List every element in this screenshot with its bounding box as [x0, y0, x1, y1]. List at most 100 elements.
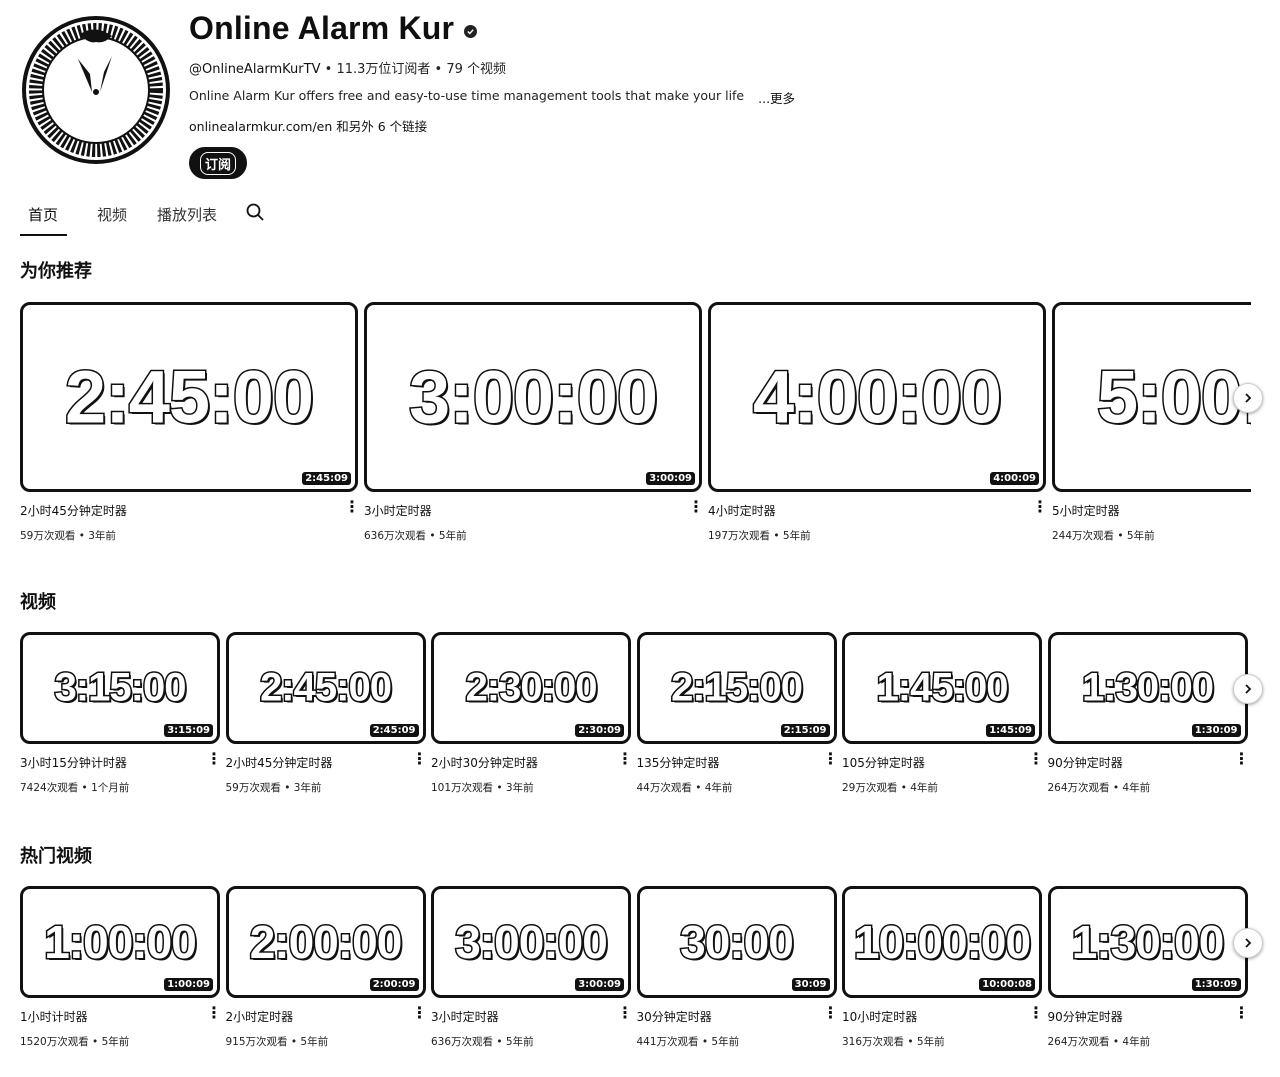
video-thumbnail[interactable]: 2:45:00 2:45:09 [20, 302, 358, 492]
more-actions-icon[interactable]: ⋮ [412, 751, 428, 767]
video-thumbnail[interactable]: 1:30:00 1:30:09 [1047, 632, 1248, 744]
thumbnail-time-text: 4:00:00 [751, 354, 1003, 440]
video-card[interactable]: 1:30:00 1:30:09 90分钟定时器 ⋮ 264万次观看 • 4年前 [1047, 886, 1250, 1056]
video-title[interactable]: 2小时定时器 [226, 1008, 294, 1025]
video-title[interactable]: 4小时定时器 [708, 502, 776, 519]
video-title[interactable]: 3小时定时器 [431, 1008, 499, 1025]
video-thumbnail[interactable]: 2:15:00 2:15:09 [636, 632, 837, 744]
video-thumbnail[interactable]: 5:00:005:00:09 [1052, 302, 1251, 492]
more-actions-icon[interactable]: ⋮ [206, 751, 222, 767]
video-card[interactable]: 1:00:00 1:00:09 1小时计时器 ⋮ 1520万次观看 • 5年前 [20, 886, 222, 1056]
shelf-next-button[interactable] [1233, 928, 1263, 958]
video-title[interactable]: 2小时30分钟定时器 [431, 754, 538, 771]
video-title[interactable]: 2小时45分钟定时器 [20, 502, 127, 519]
video-card[interactable]: 2:15:00 2:15:09 135分钟定时器 ⋮ 44万次观看 • 4年前 [636, 632, 839, 802]
video-title[interactable]: 2小时45分钟定时器 [226, 754, 333, 771]
shelf-next-button[interactable] [1233, 674, 1263, 704]
tab-playlists[interactable]: 播放列表 [157, 200, 217, 236]
duration-badge: 3:00:09 [575, 978, 624, 991]
more-actions-icon[interactable]: ⋮ [617, 751, 633, 767]
search-icon[interactable] [245, 202, 269, 226]
more-actions-icon[interactable]: ⋮ [412, 1005, 428, 1021]
channel-description[interactable]: Online Alarm Kur offers free and easy-to… [189, 88, 795, 107]
video-stats: 197万次观看 • 5年前 [708, 530, 811, 542]
video-title[interactable]: 105分钟定时器 [842, 754, 925, 771]
video-card[interactable]: 1:30:00 1:30:09 90分钟定时器 ⋮ 264万次观看 • 4年前 [1047, 632, 1250, 802]
video-title[interactable]: 5小时定时器 [1052, 502, 1120, 519]
duration-badge: 2:45:09 [302, 472, 351, 485]
video-thumbnail[interactable]: 1:45:00 1:45:09 [842, 632, 1042, 744]
video-card[interactable]: 2:45:00 2:45:09 2小时45分钟定时器 ⋮ 59万次观看 • 3年前 [225, 632, 428, 802]
video-thumbnail[interactable]: 3:00:00 3:00:09 [431, 886, 631, 998]
video-stats: 59万次观看 • 3年前 [225, 782, 322, 794]
more-actions-icon[interactable]: ⋮ [206, 1005, 222, 1021]
video-thumbnail[interactable]: 2:00:00 2:00:09 [225, 886, 426, 998]
duration-badge: 1:45:09 [986, 724, 1035, 737]
channel-tabs: 首页 视频 播放列表 [20, 200, 269, 238]
video-thumbnail[interactable]: 1:30:00 1:30:09 [1047, 886, 1248, 998]
video-thumbnail[interactable]: 3:00:00 3:00:09 [364, 302, 702, 492]
video-thumbnail[interactable]: 2:30:00 2:30:09 [431, 632, 631, 744]
video-card[interactable]: 2:00:00 2:00:09 2小时定时器 ⋮ 915万次观看 • 5年前 [225, 886, 428, 1056]
thumbnail-time-text: 30:00 [679, 915, 796, 970]
video-card[interactable]: 2:30:00 2:30:09 2小时30分钟定时器 ⋮ 101万次观看 • 3年前 [431, 632, 633, 802]
video-stats: 244万次观看 • 5年前 [1052, 530, 1155, 542]
video-title[interactable]: 3小时定时器 [364, 502, 432, 519]
video-title[interactable]: 3小时15分钟计时器 [20, 754, 127, 771]
video-thumbnail[interactable]: 1:00:00 1:00:09 [20, 886, 220, 998]
video-card[interactable]: 5:00:005:00:095小时定时器⋮244万次观看 • 5年前 [1052, 302, 1251, 552]
subscribe-button[interactable]: 订阅 [189, 147, 247, 179]
video-title[interactable]: 90分钟定时器 [1048, 1008, 1123, 1025]
video-stats: 316万次观看 • 5年前 [842, 1036, 945, 1048]
video-card[interactable]: 3:15:00 3:15:09 3小时15分钟计时器 ⋮ 7424次观看 • 1个月前 [20, 632, 222, 802]
more-actions-icon[interactable]: ⋮ [688, 499, 704, 515]
video-card[interactable]: 3:00:00 3:00:09 3小时定时器 ⋮ 636万次观看 • 5年前 [364, 302, 704, 552]
more-actions-icon[interactable]: ⋮ [1028, 1005, 1044, 1021]
video-title[interactable]: 30分钟定时器 [637, 1008, 712, 1025]
thumbnail-time-text: 3:00:00 [454, 915, 610, 970]
more-actions-icon[interactable]: ⋮ [1032, 499, 1048, 515]
shelf-recommended: 2:45:00 2:45:09 2小时45分钟定时器 ⋮ 59万次观看 • 3年前 3:0… [20, 302, 1251, 552]
more-actions-icon[interactable]: ⋮ [823, 751, 839, 767]
video-card[interactable]: 30:00 30:09 30分钟定时器 ⋮ 441万次观看 • 5年前 [636, 886, 839, 1056]
video-thumbnail[interactable]: 10:00:00 10:00:08 [842, 886, 1042, 998]
video-title[interactable]: 90分钟定时器 [1048, 754, 1123, 771]
more-actions-icon[interactable]: ⋮ [1028, 751, 1044, 767]
shelf-next-button[interactable] [1233, 383, 1263, 413]
video-thumbnail[interactable]: 2:45:00 2:45:09 [225, 632, 426, 744]
video-card[interactable]: 2:45:00 2:45:09 2小时45分钟定时器 ⋮ 59万次观看 • 3年前 [20, 302, 360, 552]
thumbnail-time-text: 2:15:00 [670, 664, 805, 711]
meta-separator: • [324, 62, 337, 77]
tab-home[interactable]: 首页 [20, 200, 67, 236]
channel-name: Online Alarm Kur [189, 10, 478, 47]
video-card[interactable]: 1:45:00 1:45:09 105分钟定时器 ⋮ 29万次观看 • 4年前 [842, 632, 1044, 802]
duration-badge: 2:00:09 [369, 978, 419, 991]
meta-separator: • [434, 62, 447, 77]
video-stats: 264万次观看 • 4年前 [1047, 1036, 1151, 1048]
tab-videos[interactable]: 视频 [97, 200, 127, 236]
video-title[interactable]: 10小时定时器 [842, 1008, 917, 1025]
more-actions-icon[interactable]: ⋮ [1234, 1005, 1250, 1021]
more-link[interactable]: ...更多 [758, 88, 795, 107]
duration-badge: 1:30:09 [1191, 724, 1241, 737]
video-card[interactable]: 4:00:00 4:00:09 4小时定时器 ⋮ 197万次观看 • 5年前 [708, 302, 1048, 552]
video-stats: 59万次观看 • 3年前 [20, 530, 116, 542]
more-actions-icon[interactable]: ⋮ [823, 1005, 839, 1021]
video-card[interactable]: 3:00:00 3:00:09 3小时定时器 ⋮ 636万次观看 • 5年前 [431, 886, 633, 1056]
video-stats: 636万次观看 • 5年前 [431, 1036, 534, 1048]
video-thumbnail[interactable]: 30:00 30:09 [636, 886, 837, 998]
more-actions-icon[interactable]: ⋮ [344, 499, 360, 515]
more-actions-icon[interactable]: ⋮ [617, 1005, 633, 1021]
channel-links[interactable]: onlinealarmkur.com/en 和另外 6 个链接 [189, 116, 427, 135]
video-thumbnail[interactable]: 4:00:00 4:00:09 [708, 302, 1046, 492]
thumbnail-time-text: 2:00:00 [248, 915, 404, 970]
thumbnail-time-text: 5:00:00 [1095, 354, 1251, 440]
video-title[interactable]: 1小时计时器 [20, 1008, 88, 1025]
channel-avatar[interactable] [20, 14, 172, 166]
video-thumbnail[interactable]: 3:15:00 3:15:09 [20, 632, 220, 744]
chevron-right-icon [1245, 938, 1252, 948]
video-title[interactable]: 135分钟定时器 [637, 754, 720, 771]
more-actions-icon[interactable]: ⋮ [1234, 751, 1250, 767]
duration-badge: 30:09 [791, 978, 830, 991]
video-card[interactable]: 10:00:00 10:00:08 10小时定时器 ⋮ 316万次观看 • 5年前 [842, 886, 1044, 1056]
